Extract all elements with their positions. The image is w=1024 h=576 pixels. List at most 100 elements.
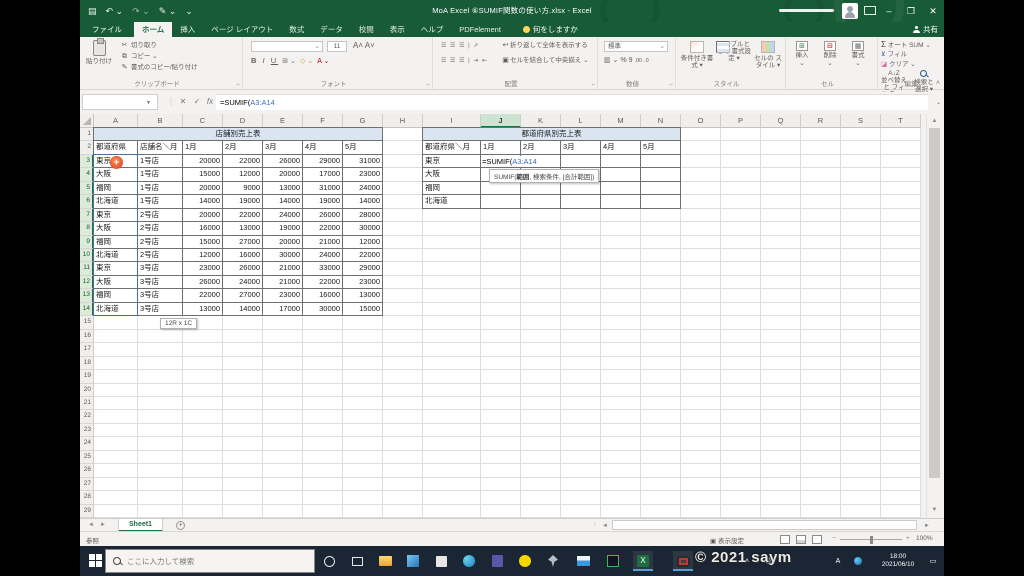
page-break-view-icon[interactable] — [812, 535, 822, 544]
table-cell[interactable]: 12000 — [183, 249, 223, 263]
row-header-16[interactable]: 16 — [80, 329, 94, 344]
pin-app-icon[interactable] — [543, 551, 563, 571]
row-header-13[interactable]: 13 — [80, 289, 94, 303]
table-cell[interactable]: 26000 — [183, 275, 223, 290]
table-cell[interactable]: 16000 — [183, 222, 223, 236]
vertical-scroll-thumb[interactable] — [929, 128, 940, 478]
table-cell[interactable]: 22000 — [183, 289, 223, 303]
table-cell[interactable]: 22000 — [343, 249, 383, 263]
table-header-cell[interactable]: 都道府県 — [94, 141, 138, 155]
table-cell[interactable]: 3号店 — [138, 262, 183, 276]
table-cell[interactable] — [481, 195, 521, 209]
normal-view-icon[interactable] — [780, 535, 790, 544]
table-cell[interactable]: 福岡 — [94, 235, 138, 250]
row-header-21[interactable]: 21 — [80, 396, 94, 411]
table-cell[interactable]: 28000 — [343, 208, 383, 223]
photos-icon[interactable] — [403, 551, 423, 571]
account-avatar[interactable] — [842, 3, 858, 19]
name-box-dropdown-icon[interactable]: ▼ — [146, 100, 151, 106]
table-header-cell[interactable]: 5月 — [343, 141, 383, 155]
start-button[interactable] — [89, 554, 102, 567]
table-cell[interactable]: 2号店 — [138, 222, 183, 236]
table-header-cell[interactable]: 4月 — [303, 141, 343, 155]
table-cell[interactable]: 1号店 — [138, 168, 183, 182]
column-header-D[interactable]: D — [223, 114, 263, 128]
table-cell[interactable]: 北海道 — [423, 195, 481, 209]
restore-button[interactable]: ❐ — [900, 0, 922, 22]
underline-button[interactable]: U — [271, 56, 278, 65]
table-header-cell[interactable]: 5月 — [641, 141, 681, 155]
column-header-R[interactable]: R — [801, 114, 841, 128]
tab-挿入[interactable]: 挿入 — [172, 22, 203, 37]
share-button[interactable]: 共有 — [913, 22, 938, 37]
scroll-down-icon[interactable]: ▼ — [929, 505, 940, 516]
table-cell[interactable]: 33000 — [303, 262, 343, 276]
tab-ホーム[interactable]: ホーム — [134, 22, 173, 37]
minimize-button[interactable]: – — [878, 0, 900, 22]
row-header-12[interactable]: 12 — [80, 275, 94, 290]
page-layout-view-icon[interactable] — [796, 535, 806, 544]
expand-formula-bar-icon[interactable]: ⌄ — [936, 99, 941, 106]
table-cell[interactable]: 22000 — [303, 222, 343, 236]
column-header-Q[interactable]: Q — [761, 114, 801, 128]
table-cell[interactable]: 3号店 — [138, 275, 183, 290]
row-header-5[interactable]: 5 — [80, 181, 94, 196]
table-cell[interactable]: 26000 — [263, 154, 303, 169]
tab-データ[interactable]: データ — [312, 22, 351, 37]
table-cell[interactable]: 19000 — [223, 195, 263, 209]
bold-button[interactable]: B — [251, 56, 258, 65]
column-header-B[interactable]: B — [138, 114, 183, 128]
zoom-out-icon[interactable]: − — [832, 535, 836, 542]
table-cell[interactable]: 福岡 — [423, 181, 481, 196]
ime-mode[interactable]: A — [832, 546, 844, 576]
row-header-7[interactable]: 7 — [80, 208, 94, 223]
table-header-cell[interactable]: 店舗名＼月 — [138, 141, 183, 155]
table-cell[interactable]: 14000 — [343, 195, 383, 209]
table-cell[interactable]: 20000 — [263, 235, 303, 250]
row-header-17[interactable]: 17 — [80, 343, 94, 357]
table-cell[interactable]: 30000 — [343, 222, 383, 236]
column-header-K[interactable]: K — [521, 114, 561, 128]
table-header-cell[interactable]: 3月 — [263, 141, 303, 155]
cortana-tray-icon[interactable] — [852, 546, 864, 576]
table-cell[interactable] — [641, 154, 681, 169]
table-cell[interactable] — [561, 195, 601, 209]
table-cell[interactable] — [601, 168, 641, 182]
zoom-level[interactable]: 100% — [916, 535, 933, 542]
row-header-4[interactable]: 4 — [80, 168, 94, 182]
table-cell[interactable]: 22000 — [223, 208, 263, 223]
table-cell[interactable]: 21000 — [263, 262, 303, 276]
row-header-22[interactable]: 22 — [80, 410, 94, 424]
row-header-26[interactable]: 26 — [80, 464, 94, 478]
format-as-table-button[interactable]: テーブルとして 書式設定 ▾ — [716, 41, 752, 62]
yellow-app-icon[interactable] — [515, 551, 535, 571]
column-header-N[interactable]: N — [641, 114, 681, 128]
table-cell[interactable]: 29000 — [303, 154, 343, 169]
collapse-ribbon-icon[interactable]: ˄ — [936, 80, 940, 87]
merge-center-button[interactable]: ▣セルを結合して中央揃え ⌄ — [501, 56, 588, 66]
table-header-cell[interactable]: 2月 — [223, 141, 263, 155]
column-header-A[interactable]: A — [94, 114, 138, 128]
format-painter-button[interactable]: ✎ 書式のコピー/貼り付け — [120, 63, 198, 73]
delete-cells-button[interactable]: ⊟ 削除 ⌄ — [817, 41, 843, 68]
table-cell[interactable] — [601, 181, 641, 196]
onenote-icon[interactable] — [487, 551, 507, 571]
tab-ページ レイアウト[interactable]: ページ レイアウト — [203, 22, 281, 37]
excel-icon[interactable]: X — [633, 551, 653, 571]
horizontal-scroll-thumb[interactable] — [612, 520, 917, 530]
table-cell[interactable]: 23000 — [343, 168, 383, 182]
table-cell[interactable]: 26000 — [303, 208, 343, 223]
table-cell[interactable]: 9000 — [223, 181, 263, 196]
dialog-launcher-icon[interactable]: ⌐ — [236, 82, 240, 88]
fill-button[interactable]: ⊻ フィル — [881, 50, 907, 59]
table-cell[interactable]: 2号店 — [138, 208, 183, 223]
decrease-decimal-icon[interactable]: .0 — [644, 58, 649, 64]
table-title[interactable]: 都道府県別売上表 — [423, 128, 681, 142]
column-header-G[interactable]: G — [343, 114, 383, 128]
table-cell[interactable]: 19000 — [303, 195, 343, 209]
autosum-button[interactable]: Σ オート SUM ⌄ — [881, 40, 931, 50]
taskbar-search[interactable] — [105, 549, 315, 573]
table-cell[interactable]: 北海道 — [94, 249, 138, 263]
table-cell[interactable]: 福岡 — [94, 289, 138, 303]
copy-button[interactable]: ⧉ コピー ⌄ — [120, 52, 158, 62]
